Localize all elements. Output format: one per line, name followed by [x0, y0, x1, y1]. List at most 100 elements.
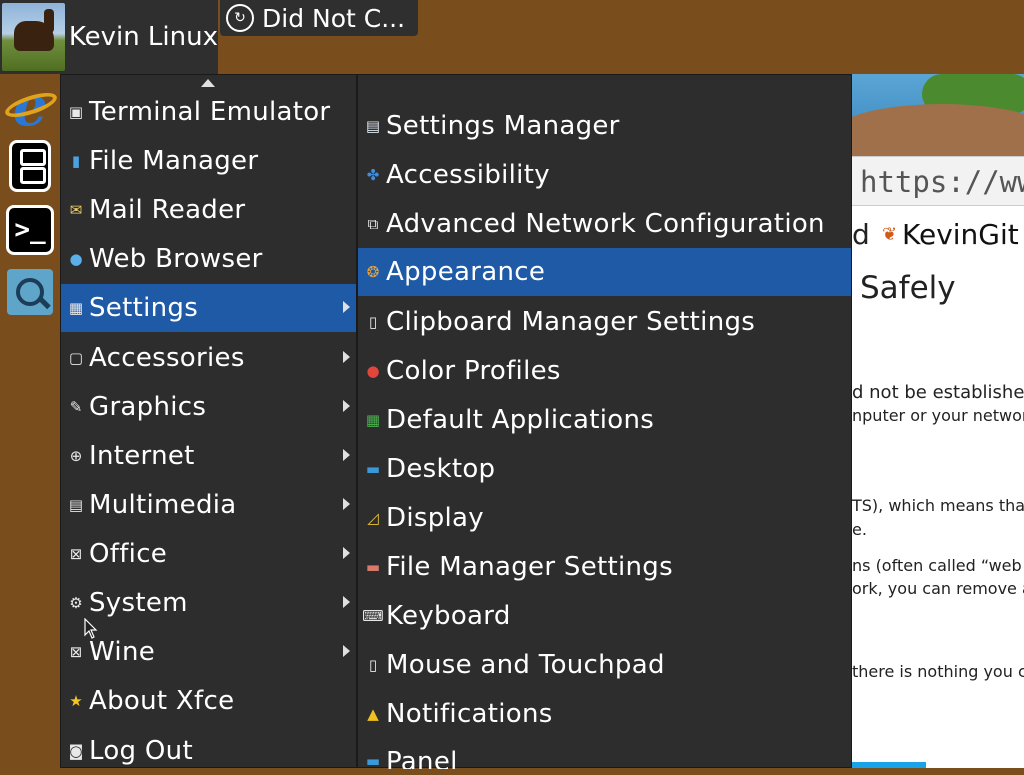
scroll-up-arrow-icon[interactable]	[201, 79, 215, 87]
submenu-item-color-profiles[interactable]: ● Color Profiles	[358, 347, 851, 395]
menu-item-label: Settings	[89, 293, 199, 323]
submenu-item-label: Display	[386, 503, 484, 533]
submenu-item-label: Accessibility	[386, 160, 550, 190]
menu-item-system[interactable]: ⚙ System	[61, 579, 356, 627]
browser-action-button[interactable]	[852, 762, 926, 768]
submenu-arrow-icon	[343, 449, 350, 461]
submenu-item-clipboard[interactable]: ▯ Clipboard Manager Settings	[358, 298, 851, 346]
submenu-item-accessibility[interactable]: ✤ Accessibility	[358, 151, 851, 199]
logout-icon: ◙	[68, 742, 84, 760]
document-icon	[9, 140, 51, 192]
menu-item-label: Mail Reader	[89, 195, 246, 225]
submenu-arrow-icon	[343, 498, 350, 510]
menu-item-multimedia[interactable]: ▤ Multimedia	[61, 481, 356, 529]
user-name-label: Kevin Linux	[68, 22, 218, 52]
submenu-item-file-manager-settings[interactable]: ▬ File Manager Settings	[358, 543, 851, 591]
submenu-item-settings-manager[interactable]: ▤ Settings Manager	[358, 102, 851, 150]
submenu-item-advanced-network[interactable]: ⧉ Advanced Network Configuration	[358, 200, 851, 248]
graphics-icon: ✎	[69, 398, 83, 416]
submenu-item-label: Clipboard Manager Settings	[386, 307, 756, 337]
url-bar[interactable]: https://www	[852, 156, 1024, 206]
color-profiles-icon: ●	[366, 362, 380, 380]
mouse-cursor-icon	[84, 618, 98, 639]
bookmarks-bar: d ❦ KevinGit	[852, 214, 1024, 260]
submenu-item-label: Mouse and Touchpad	[386, 650, 665, 680]
settings-manager-icon: ▤	[365, 117, 381, 135]
error-text-line: ns (often called “web	[852, 556, 1022, 575]
url-text: https://www	[860, 165, 1024, 199]
internet-icon: ⊕	[69, 447, 83, 465]
git-icon: ❦	[882, 224, 898, 245]
search-launcher[interactable]	[6, 268, 54, 316]
submenu-item-label: Notifications	[386, 699, 553, 729]
default-apps-icon: ▦	[365, 411, 381, 429]
submenu-item-label: Panel	[386, 747, 458, 769]
office-icon: ⊠	[69, 545, 83, 563]
submenu-arrow-icon	[343, 547, 350, 559]
menu-item-terminal-emulator[interactable]: ▣ Terminal Emulator	[61, 88, 356, 136]
clipboard-icon: ▯	[368, 313, 378, 331]
system-gear-icon: ⚙	[69, 594, 83, 612]
submenu-arrow-icon	[343, 645, 350, 657]
terminal-icon: ▣	[68, 103, 84, 121]
desktop-icon: ▬	[365, 460, 381, 478]
error-text-line: there is nothing you can	[852, 662, 1024, 681]
bookmark-fragment[interactable]: d	[852, 218, 870, 251]
submenu-item-keyboard[interactable]: ⌨ Keyboard	[358, 592, 851, 640]
submenu-arrow-icon	[343, 400, 350, 412]
submenu-item-panel[interactable]: ▬ Panel	[358, 739, 851, 769]
menu-item-settings[interactable]: ▦ Settings	[61, 284, 356, 332]
menu-item-label: About Xfce	[89, 686, 235, 716]
settings-submenu: ▤ Settings Manager ✤ Accessibility ⧉ Adv…	[357, 74, 852, 769]
menu-item-wine[interactable]: ⊠ Wine	[61, 628, 356, 676]
display-icon: ◿	[367, 509, 379, 527]
network-icon: ⧉	[367, 215, 379, 233]
taskbar-window-button[interactable]: ↻ Did Not C...	[220, 0, 418, 36]
multimedia-icon: ▤	[68, 496, 84, 514]
menu-item-graphics[interactable]: ✎ Graphics	[61, 383, 356, 431]
submenu-item-notifications[interactable]: ▲ Notifications	[358, 690, 851, 738]
submenu-item-desktop[interactable]: ▬ Desktop	[358, 445, 851, 493]
file-manager-icon: ▮	[71, 152, 81, 170]
submenu-arrow-icon	[343, 301, 350, 313]
mail-icon: ✉	[69, 201, 83, 219]
submenu-item-label: Color Profiles	[386, 356, 561, 386]
menu-item-label: Graphics	[89, 392, 207, 422]
menu-item-file-manager[interactable]: ▮ File Manager	[61, 137, 356, 185]
menu-item-label: System	[89, 588, 188, 618]
menu-item-internet[interactable]: ⊕ Internet	[61, 432, 356, 480]
submenu-item-display[interactable]: ◿ Display	[358, 494, 851, 542]
internet-explorer-launcher[interactable]: e	[2, 74, 60, 138]
bookmark-kevingit[interactable]: KevinGit	[902, 218, 1019, 251]
error-title: Safely	[860, 270, 956, 306]
accessories-icon: ▢	[68, 349, 84, 367]
submenu-item-label: Desktop	[386, 454, 496, 484]
menu-item-label: Log Out	[89, 736, 193, 766]
keyboard-icon: ⌨	[362, 607, 384, 625]
bell-icon: ▲	[367, 705, 379, 723]
menu-item-mail-reader[interactable]: ✉ Mail Reader	[61, 186, 356, 234]
wine-icon: ⊠	[69, 643, 83, 661]
web-browser-icon: ●	[69, 250, 83, 268]
menu-item-label: File Manager	[89, 146, 259, 176]
menu-item-office[interactable]: ⊠ Office	[61, 530, 356, 578]
menu-item-label: Accessories	[89, 343, 245, 373]
user-menu-button[interactable]: Kevin Linux	[0, 0, 218, 74]
appearance-icon: ❂	[366, 263, 380, 281]
submenu-item-default-applications[interactable]: ▦ Default Applications	[358, 396, 851, 444]
submenu-item-mouse-touchpad[interactable]: ▯ Mouse and Touchpad	[358, 641, 851, 689]
avatar	[2, 3, 65, 71]
terminal-launcher[interactable]: >_	[6, 205, 54, 255]
submenu-item-label: File Manager Settings	[386, 552, 673, 582]
menu-item-label: Web Browser	[89, 244, 263, 274]
menu-item-web-browser[interactable]: ● Web Browser	[61, 235, 356, 283]
menu-item-label: Office	[89, 539, 168, 569]
submenu-item-label: Appearance	[386, 257, 546, 287]
submenu-item-appearance[interactable]: ❂ Appearance	[358, 248, 851, 296]
document-launcher[interactable]	[6, 140, 54, 192]
submenu-item-label: Settings Manager	[386, 111, 620, 141]
menu-item-about-xfce[interactable]: ★ About Xfce	[61, 677, 356, 725]
error-text-line: nputer or your network	[852, 406, 1024, 425]
menu-item-accessories[interactable]: ▢ Accessories	[61, 334, 356, 382]
menu-item-label: Wine	[89, 637, 156, 667]
